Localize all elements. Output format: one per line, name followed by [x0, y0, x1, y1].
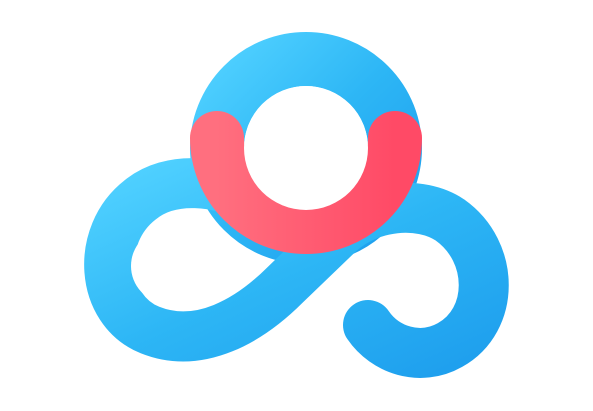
- cloud-logo-icon: [84, 32, 509, 378]
- left-hole-shape: [131, 230, 199, 302]
- logo-canvas: [0, 0, 593, 411]
- top-hole-shape: [244, 86, 368, 210]
